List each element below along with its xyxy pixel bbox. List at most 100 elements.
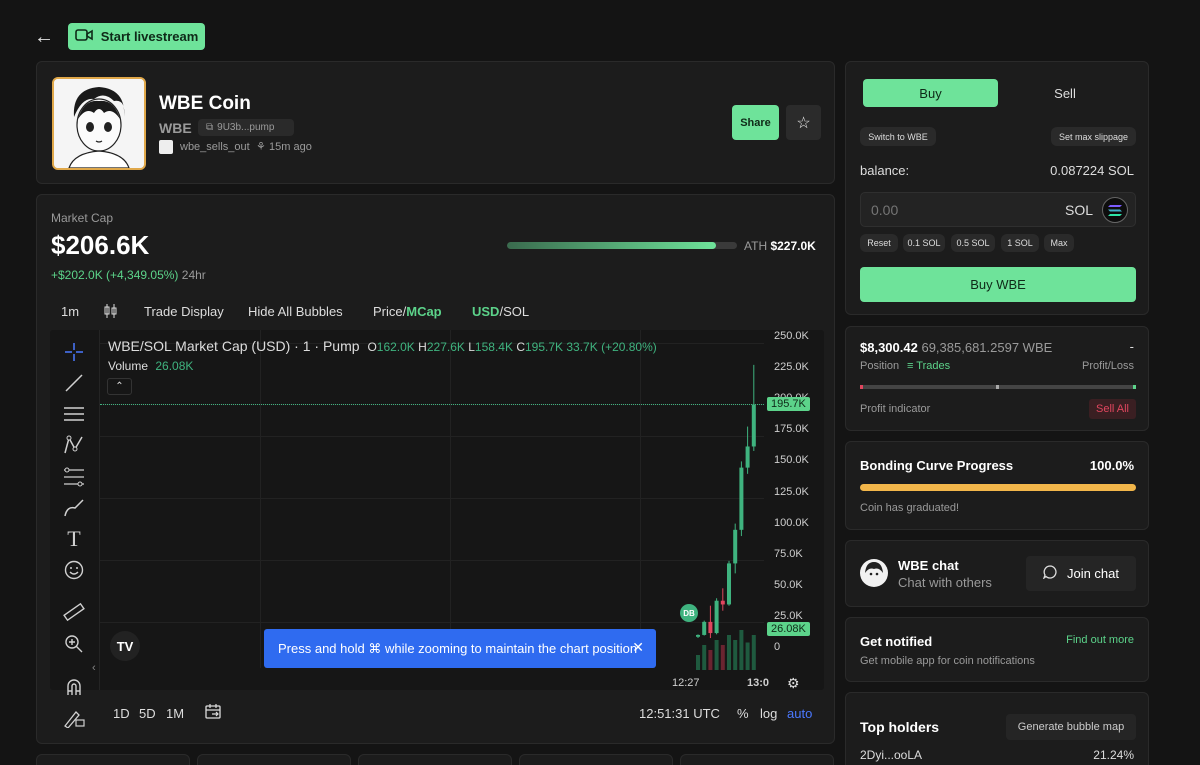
position-usd: $8,300.42 <box>860 340 918 355</box>
candle-body[interactable] <box>720 600 725 605</box>
holder-percent: 21.24% <box>1093 748 1134 762</box>
price-option: Price/ <box>373 304 407 319</box>
currency-toggle[interactable]: USD/SOL <box>472 304 529 319</box>
share-button[interactable]: Share <box>732 105 779 140</box>
candle-body[interactable] <box>696 634 700 637</box>
candle-body[interactable] <box>751 404 756 447</box>
text-tool-icon[interactable]: T <box>62 526 86 551</box>
grid-line <box>100 560 764 561</box>
favorite-star-button[interactable]: ☆ <box>786 105 821 140</box>
trades-link[interactable]: ≡ Trades <box>907 360 950 372</box>
grid-line <box>450 330 451 668</box>
percent-scale-toggle[interactable]: % <box>737 706 749 721</box>
last-price-label: 195.7K <box>767 397 810 411</box>
max-slippage-button[interactable]: Set max slippage <box>1051 127 1136 146</box>
pattern-icon[interactable] <box>62 433 86 457</box>
legend-o-label: O <box>367 340 377 354</box>
position-card: $8,300.42 69,385,681.2597 WBE - Position… <box>845 326 1149 431</box>
horizontal-lines-icon[interactable] <box>62 402 86 426</box>
candle-body[interactable] <box>708 621 713 634</box>
candle-body[interactable] <box>739 467 744 530</box>
price-mcap-toggle[interactable]: Price/MCap <box>373 304 442 319</box>
chart-clock[interactable]: 12:51:31 UTC <box>639 706 720 721</box>
join-chat-label: Join chat <box>1066 566 1120 581</box>
creator-avatar[interactable] <box>159 140 173 154</box>
notify-subtitle: Get mobile app for coin notifications <box>860 655 1035 667</box>
date-range-icon[interactable] <box>204 703 222 726</box>
start-livestream-button[interactable]: Start livestream <box>68 23 205 50</box>
candle-body[interactable] <box>714 600 719 634</box>
volume-bar <box>696 655 700 670</box>
buy-submit-button[interactable]: Buy WBE <box>860 267 1136 302</box>
notify-card: Get notified Find out more Get mobile ap… <box>845 617 1149 682</box>
range-1d-button[interactable]: 1D <box>113 706 130 721</box>
emoji-icon[interactable] <box>62 558 86 582</box>
trades-label: Trades <box>916 360 951 372</box>
holder-address[interactable]: 2Dyi...ooLA <box>860 748 922 762</box>
y-tick: 0 <box>774 641 781 653</box>
indicator-profit-end <box>1133 385 1136 389</box>
change-period: 24hr <box>181 268 206 282</box>
trade-display-toggle[interactable]: Trade Display <box>144 304 224 319</box>
y-tick: 125.0K <box>774 485 809 498</box>
interval-selector[interactable]: 1m <box>61 304 79 319</box>
quick-1-sol[interactable]: 1 SOL <box>1001 234 1039 252</box>
quick-0-5-sol[interactable]: 0.5 SOL <box>951 234 995 252</box>
y-tick: 175.0K <box>774 423 809 436</box>
volume-bar <box>720 645 725 670</box>
back-arrow-icon[interactable]: ← <box>34 26 56 48</box>
tradingview-logo[interactable]: TV <box>110 631 140 661</box>
lock-drawing-icon[interactable] <box>62 706 86 730</box>
contract-address-chip[interactable]: ⧉ 9U3b...pump <box>198 119 294 136</box>
buy-tab[interactable]: Buy <box>863 79 998 107</box>
candle-body[interactable] <box>727 563 731 605</box>
range-1m-button[interactable]: 1M <box>166 706 184 721</box>
amount-input[interactable] <box>871 200 1031 220</box>
quick-max[interactable]: Max <box>1044 234 1074 252</box>
candle-body[interactable] <box>745 446 750 468</box>
sprout-icon: ⚘ <box>256 141 266 153</box>
usd-option: USD <box>472 304 500 319</box>
range-5d-button[interactable]: 5D <box>139 706 156 721</box>
brush-icon[interactable] <box>62 496 86 520</box>
log-scale-toggle[interactable]: log <box>760 706 777 721</box>
x-tick: 13:0 <box>747 677 770 689</box>
chart-plot-divider <box>99 330 100 690</box>
volume-value: 26.08K <box>155 359 194 373</box>
fib-retracement-icon[interactable] <box>62 465 86 489</box>
bubble-map-button[interactable]: Generate bubble map <box>1006 714 1136 740</box>
chart-legend: WBE/SOL Market Cap (USD) · 1 · Pump O162… <box>108 338 657 354</box>
bottom-card <box>358 754 512 765</box>
crosshair-icon[interactable] <box>62 340 86 364</box>
ath-label: ATH $227.0K <box>744 239 816 253</box>
sell-tab[interactable]: Sell <box>1000 79 1130 107</box>
collapse-toolbar-icon[interactable]: ‹ <box>92 662 96 674</box>
switch-token-button[interactable]: Switch to WBE <box>860 127 936 146</box>
close-icon[interactable]: ✕ <box>632 639 644 656</box>
creator-name[interactable]: wbe_sells_out <box>180 141 250 153</box>
zoom-in-icon[interactable] <box>62 632 86 656</box>
auto-scale-toggle[interactable]: auto <box>787 706 812 721</box>
candlestick-type-icon[interactable] <box>104 303 118 322</box>
trade-marker-db[interactable]: DB <box>680 604 698 622</box>
chat-bubble-icon <box>1042 565 1057 582</box>
hide-bubbles-toggle[interactable]: Hide All Bubbles <box>248 304 343 319</box>
join-chat-button[interactable]: Join chat <box>1026 556 1136 591</box>
sell-all-button[interactable]: Sell All <box>1089 399 1136 419</box>
balance-value: 0.087224 SOL <box>1050 163 1134 178</box>
ruler-icon[interactable] <box>62 600 86 624</box>
candle-body[interactable] <box>733 529 738 564</box>
trend-line-icon[interactable] <box>62 371 86 395</box>
chart-settings-icon[interactable]: ⚙ <box>787 675 800 692</box>
quick-reset[interactable]: Reset <box>860 234 898 252</box>
collapse-legend-button[interactable]: ⌃ <box>107 378 132 395</box>
candle-body[interactable] <box>702 621 707 635</box>
volume-bar <box>739 630 744 670</box>
position-label: Position <box>860 360 900 372</box>
magnet-icon[interactable] <box>62 675 86 699</box>
quick-0-1-sol[interactable]: 0.1 SOL <box>903 234 945 252</box>
coin-ticker: WBE <box>159 120 192 136</box>
find-out-more-link[interactable]: Find out more <box>1066 634 1134 646</box>
coin-image <box>52 77 146 170</box>
amount-field[interactable]: SOL <box>860 192 1136 227</box>
